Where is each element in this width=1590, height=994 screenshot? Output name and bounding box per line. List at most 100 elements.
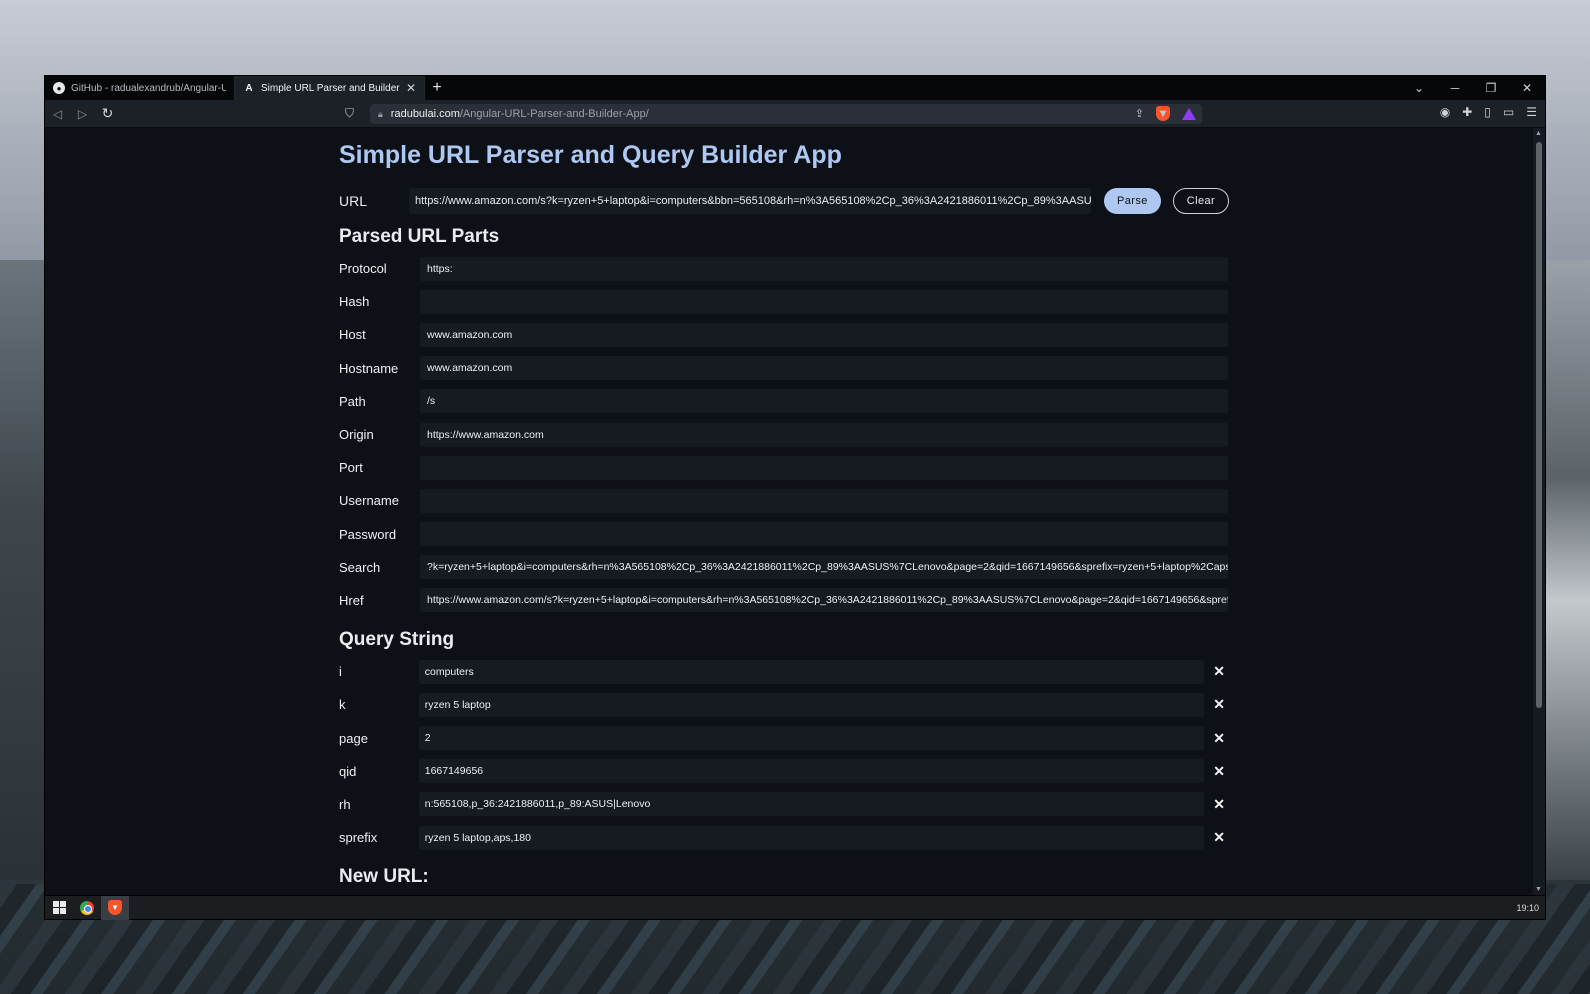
remove-param-icon[interactable]: ✕ xyxy=(1204,663,1234,680)
tab-github[interactable]: ● GitHub - radualexandrub/Angular-URL xyxy=(45,76,235,100)
origin-field[interactable]: https://www.amazon.com xyxy=(420,422,1228,447)
remove-param-icon[interactable]: ✕ xyxy=(1204,730,1234,747)
angular-icon: A xyxy=(245,82,253,94)
desktop-background-left xyxy=(0,260,44,880)
field-row-search: Search ?k=ryzen+5+laptop&i=computers&rh=… xyxy=(339,551,1234,584)
field-label: Search xyxy=(339,559,381,575)
field-row-username: Username xyxy=(339,484,1234,517)
scroll-up-icon[interactable]: ▲ xyxy=(1535,130,1542,137)
field-row-host: Host www.amazon.com xyxy=(339,318,1234,351)
sidebar-icon[interactable]: ▯ xyxy=(1484,105,1491,119)
hash-field[interactable] xyxy=(420,289,1228,314)
reload-button[interactable]: ↻ xyxy=(95,105,120,122)
windows-icon xyxy=(52,901,66,914)
close-window-button[interactable]: ✕ xyxy=(1509,76,1545,100)
address-bar-icons: ⇪ ▼ xyxy=(1135,106,1196,121)
new-tab-button[interactable]: + xyxy=(425,76,449,100)
query-param-key: i xyxy=(339,664,342,680)
remove-param-icon[interactable]: ✕ xyxy=(1204,796,1234,813)
port-field[interactable] xyxy=(420,455,1228,480)
field-label: Hash xyxy=(339,294,370,310)
query-param-row: i computers ✕ xyxy=(339,655,1234,688)
query-param-value[interactable]: 1667149656 xyxy=(418,759,1205,784)
tab-title: GitHub - radualexandrub/Angular-URL xyxy=(71,82,226,94)
field-label: Href xyxy=(339,592,364,608)
field-row-href: Href https://www.amazon.com/s?k=ryzen+5+… xyxy=(339,584,1234,617)
extensions-icon[interactable]: ✚ xyxy=(1462,105,1472,119)
query-param-key: page xyxy=(339,730,368,746)
page-title: Simple URL Parser and Query Builder App xyxy=(339,141,842,169)
minimize-button[interactable]: ─ xyxy=(1437,76,1473,100)
query-param-key: k xyxy=(339,697,346,713)
tab-title: Simple URL Parser and Builder xyxy=(261,82,400,94)
query-param-value[interactable]: 2 xyxy=(418,726,1205,751)
search-field[interactable]: ?k=ryzen+5+laptop&i=computers&rh=n%3A565… xyxy=(420,555,1228,580)
field-label: Password xyxy=(339,526,397,542)
start-button[interactable] xyxy=(45,896,73,920)
taskbar-chrome[interactable] xyxy=(73,896,101,920)
browser-toolbar: ◁ ▷ ↻ ⛉ 🔒︎ radubulai.com /Angular-URL-Pa… xyxy=(45,100,1545,128)
brave-shields-icon[interactable]: ▼ xyxy=(1156,106,1170,121)
scroll-down-icon[interactable]: ▼ xyxy=(1535,886,1542,893)
field-row-hostname: Hostname www.amazon.com xyxy=(339,352,1234,385)
taskbar: ▼ 19:10 xyxy=(45,895,1545,920)
protocol-field[interactable]: https: xyxy=(420,256,1228,281)
github-icon: ● xyxy=(53,82,65,94)
scrollbar-thumb[interactable] xyxy=(1536,142,1542,708)
remove-param-icon[interactable]: ✕ xyxy=(1204,829,1234,846)
field-label: Protocol xyxy=(339,261,387,277)
field-label: Origin xyxy=(339,427,374,443)
tab-url-parser[interactable]: A Simple URL Parser and Builder ✕ xyxy=(235,76,425,100)
tab-search-icon[interactable]: ⌄ xyxy=(1401,76,1437,100)
window-controls: ⌄ ─ ❐ ✕ xyxy=(1401,76,1545,100)
clear-button[interactable]: Clear xyxy=(1172,188,1230,214)
lock-icon[interactable]: 🔒︎ xyxy=(378,109,383,120)
username-field[interactable] xyxy=(420,488,1228,513)
parse-button[interactable]: Parse xyxy=(1104,188,1161,214)
remove-param-icon[interactable]: ✕ xyxy=(1204,763,1234,780)
menu-icon[interactable]: ☰ xyxy=(1526,105,1537,119)
brave-rewards-icon[interactable] xyxy=(1182,107,1196,120)
query-param-value[interactable]: n:565108,p_36:2421886011,p_89:ASUS|Lenov… xyxy=(418,792,1205,817)
taskbar-brave[interactable]: ▼ xyxy=(101,895,129,920)
taskbar-clock: 19:10 xyxy=(1516,902,1539,913)
back-button[interactable]: ◁ xyxy=(45,107,70,121)
bookmark-icon[interactable]: ⛉ xyxy=(345,106,354,121)
close-tab-icon[interactable]: ✕ xyxy=(406,81,416,95)
field-row-hash: Hash xyxy=(339,285,1234,318)
host-field[interactable]: www.amazon.com xyxy=(420,322,1228,347)
query-param-value[interactable]: computers xyxy=(418,659,1205,684)
browser-window: ● GitHub - radualexandrub/Angular-URL A … xyxy=(44,75,1546,920)
path-field[interactable]: /s xyxy=(420,389,1228,414)
url-input[interactable]: https://www.amazon.com/s?k=ryzen+5+lapto… xyxy=(409,188,1091,214)
app-page: Simple URL Parser and Query Builder App … xyxy=(339,128,1234,892)
desktop-background-right xyxy=(1546,260,1590,880)
address-bar[interactable]: 🔒︎ radubulai.com /Angular-URL-Parser-and… xyxy=(370,104,1202,124)
href-field[interactable]: https://www.amazon.com/s?k=ryzen+5+lapto… xyxy=(420,588,1228,613)
restore-button[interactable]: ❐ xyxy=(1473,76,1509,100)
share-icon[interactable]: ⇪ xyxy=(1135,107,1144,120)
address-host: radubulai.com xyxy=(390,108,460,120)
tab-strip: ● GitHub - radualexandrub/Angular-URL A … xyxy=(45,76,1545,100)
field-label: Port xyxy=(339,460,363,476)
query-param-row: k ryzen 5 laptop ✕ xyxy=(339,688,1234,721)
field-row-password: Password xyxy=(339,518,1234,551)
forward-button[interactable]: ▷ xyxy=(70,107,95,121)
brave-icon: ▼ xyxy=(108,900,122,915)
password-field[interactable] xyxy=(420,522,1228,547)
page-scrollbar[interactable]: ▲ ▼ xyxy=(1533,128,1545,895)
wallet-icon[interactable]: ▭ xyxy=(1503,105,1514,119)
query-param-value[interactable]: ryzen 5 laptop,aps,180 xyxy=(418,825,1205,850)
hostname-field[interactable]: www.amazon.com xyxy=(420,356,1228,381)
field-label: Path xyxy=(339,393,366,409)
query-param-value[interactable]: ryzen 5 laptop xyxy=(418,692,1205,717)
remove-param-icon[interactable]: ✕ xyxy=(1204,696,1234,713)
field-label: Username xyxy=(339,493,399,509)
field-row-port: Port xyxy=(339,451,1234,484)
query-param-key: rh xyxy=(339,796,351,812)
query-param-key: qid xyxy=(339,763,357,779)
field-row-path: Path /s xyxy=(339,385,1234,418)
parsed-parts-heading: Parsed URL Parts xyxy=(339,226,500,247)
vpn-icon[interactable]: ◉ xyxy=(1440,105,1450,119)
field-row-origin: Origin https://www.amazon.com xyxy=(339,418,1234,451)
